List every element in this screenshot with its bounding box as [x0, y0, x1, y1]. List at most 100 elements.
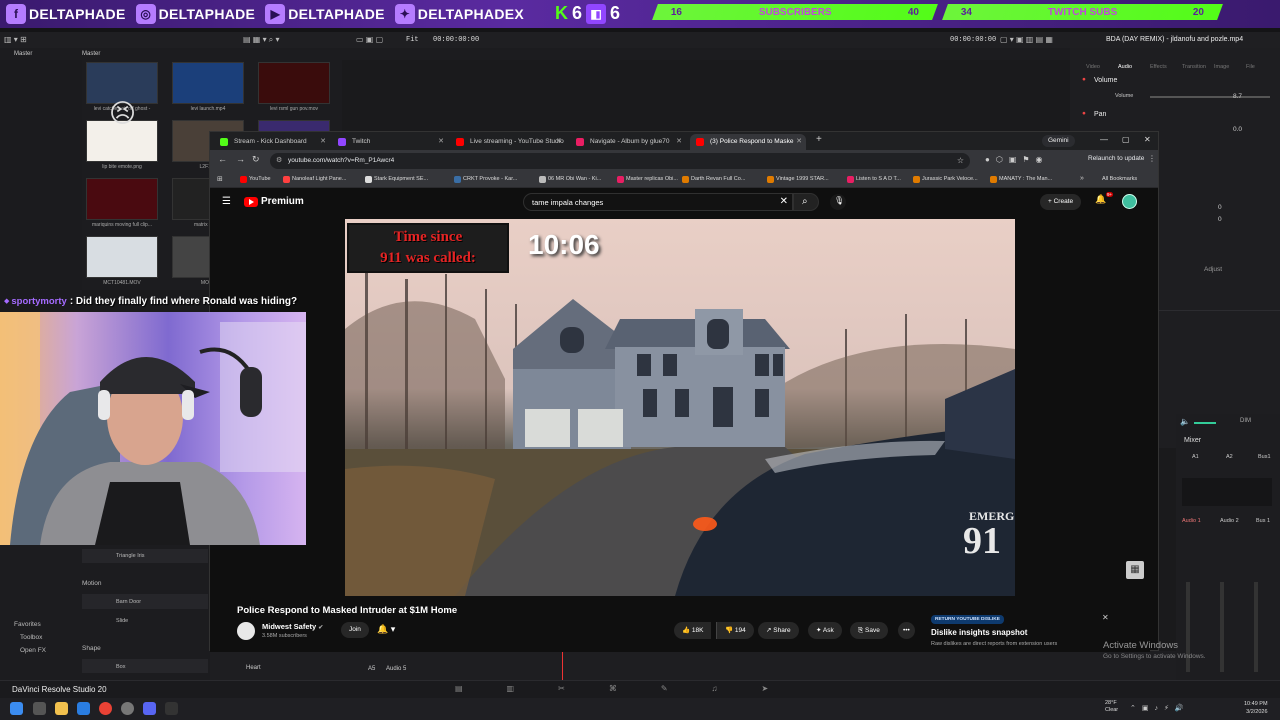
bookmark-item[interactable]: Vintage 1999 STAR...	[767, 176, 829, 183]
media-thumbnail[interactable]	[86, 178, 158, 220]
youtube-logo[interactable]: Premium	[244, 196, 304, 207]
media-thumbnail[interactable]	[86, 236, 158, 278]
url-text[interactable]: youtube.com/watch?v=Rm_P1Awcr4	[288, 157, 394, 164]
hamburger-menu-icon[interactable]: ☰	[222, 196, 231, 207]
bookmark-item[interactable]: Darth Revan Full Co...	[682, 176, 745, 183]
all-bookmarks[interactable]: All Bookmarks	[1102, 176, 1137, 182]
notifications-bell-icon[interactable]: 🔔	[1095, 194, 1106, 205]
back-icon[interactable]: ←	[218, 154, 227, 164]
volume-slider[interactable]	[1150, 96, 1270, 98]
save-button[interactable]: ⎘ Save	[850, 622, 888, 639]
omnibox[interactable]: ⚙ youtube.com/watch?v=Rm_P1Awcr4 ☆	[270, 153, 970, 169]
bookmark-item[interactable]: Master replicas Obi...	[617, 176, 678, 183]
slide-label[interactable]: Slide	[116, 618, 128, 624]
davinci-icon[interactable]	[165, 702, 178, 715]
start-icon[interactable]	[10, 702, 23, 715]
obs-icon[interactable]	[121, 702, 134, 715]
close-tab-icon[interactable]: ✕	[438, 134, 444, 150]
share-button[interactable]: ↗ Share	[758, 622, 799, 639]
discord-icon[interactable]	[143, 702, 156, 715]
extension-float-icon[interactable]: ▦	[1126, 561, 1144, 579]
media-thumbnail[interactable]	[258, 62, 330, 104]
browser-tab[interactable]: Live streaming - YouTube Studio ✕	[450, 134, 566, 150]
site-info-icon[interactable]: ⚙	[276, 156, 282, 164]
gemini-button[interactable]: Gemini	[1042, 135, 1075, 147]
weather-widget[interactable]: 28°F Clear	[1105, 700, 1118, 714]
browser-tab[interactable]: Twitch ✕	[332, 134, 448, 150]
fader-2[interactable]	[1220, 582, 1224, 672]
browser-tab[interactable]: (3) Police Respond to Maske ✕	[690, 134, 806, 150]
bookmark-item[interactable]: Nanoleaf Light Pane...	[283, 176, 346, 183]
inspector-tab-effects[interactable]: Effects	[1150, 64, 1167, 70]
monitor-slider[interactable]	[1194, 422, 1216, 424]
chrome-icon[interactable]	[99, 702, 112, 715]
view-options-icon[interactable]: ▤ ▦ ▾ ⌕ ▾	[243, 35, 280, 45]
bookmark-item[interactable]: MANATY : The Man...	[990, 176, 1052, 183]
create-button[interactable]: + Create	[1040, 194, 1082, 210]
triangle-iris-item[interactable]	[82, 549, 208, 563]
relaunch-button[interactable]: Relaunch to update	[1088, 155, 1144, 162]
reload-icon[interactable]: ↻	[252, 154, 260, 165]
close-tab-icon[interactable]: ✕	[796, 134, 802, 150]
inspector-tab-image[interactable]: Image	[1214, 64, 1229, 70]
ask-button[interactable]: ✦ Ask	[808, 622, 842, 639]
channel-avatar[interactable]	[237, 622, 255, 640]
forward-icon[interactable]: →	[236, 154, 245, 164]
extension-icons[interactable]: ●⬡▣⚑◉	[985, 155, 1049, 164]
search-query[interactable]: tame impala changes	[532, 198, 603, 207]
new-tab-button[interactable]: +	[816, 134, 822, 145]
menu-kebab-icon[interactable]: ⋮	[1148, 154, 1156, 163]
search-input[interactable]: tame impala changes ✕	[523, 193, 793, 211]
inspector-tab-file[interactable]: File	[1246, 64, 1255, 70]
bookmark-item[interactable]: 06 MR Obi Wan - Ki...	[539, 176, 601, 183]
panel-toggle-icon[interactable]: ▥ ▾ ⊞	[4, 35, 27, 44]
system-tray-icons[interactable]: ⌃▣♪⚡🔊	[1130, 704, 1190, 712]
param-value-b[interactable]: 0	[1218, 216, 1222, 223]
dislike-button[interactable]: 👎 194	[716, 622, 754, 639]
favorites-item[interactable]: Favorites	[14, 621, 41, 628]
subscribed-bell-icon[interactable]: 🔔 ▾	[377, 624, 395, 635]
page-nav-icons[interactable]: ▤▥✂⌘✎♫➤	[455, 684, 812, 693]
media-thumbnail[interactable]	[172, 62, 244, 104]
inspector-tab-video[interactable]: Video	[1086, 64, 1100, 70]
account-avatar[interactable]	[1122, 194, 1137, 209]
speaker-icon[interactable]: 🔈	[1180, 417, 1190, 426]
bookmarks-overflow-icon[interactable]: »	[1080, 175, 1084, 182]
video-player[interactable]: Time since 911 was called: 10:06 EMERG 9…	[345, 219, 1015, 596]
dim-button[interactable]: DIM	[1240, 418, 1251, 424]
like-button[interactable]: 👍 18K	[674, 622, 712, 639]
fader-3[interactable]	[1254, 582, 1258, 672]
bookmark-item[interactable]: Stark Equipment SE...	[365, 176, 428, 183]
maximize-button[interactable]: ▢	[1122, 135, 1130, 144]
inspector-tab-transition[interactable]: Transition	[1182, 64, 1206, 70]
file-explorer-icon[interactable]	[55, 702, 68, 715]
viewer-mode-icons[interactable]: ▢ ▾ ▣ ▥ ▤ ▦	[1000, 35, 1053, 44]
clock[interactable]: 10:49 PM 3/2/2026	[1244, 700, 1268, 716]
pan-value[interactable]: 0.0	[1218, 126, 1242, 133]
browser-tab[interactable]: Navigate - Album by glue70 ✕	[570, 134, 686, 150]
search-button[interactable]: ⌕	[793, 193, 819, 211]
voice-search-button[interactable]: 🎙	[830, 194, 846, 210]
bookmark-item[interactable]: Listen to S A D T...	[847, 176, 901, 183]
param-value-a[interactable]: 0	[1218, 204, 1222, 211]
bookmark-item[interactable]: CRKT Provoke - Kar...	[454, 176, 517, 183]
task-view-icon[interactable]	[33, 702, 46, 715]
join-button[interactable]: Join	[341, 622, 369, 638]
barn-door-item[interactable]	[82, 594, 208, 609]
master-bin-label[interactable]: Master	[14, 51, 32, 57]
box-item[interactable]	[82, 659, 208, 673]
apps-grid-icon[interactable]: ⊞	[217, 175, 223, 183]
vscode-icon[interactable]	[77, 702, 90, 715]
close-tab-icon[interactable]: ✕	[320, 134, 326, 150]
volume-value[interactable]: 8.7	[1218, 93, 1242, 100]
bookmark-item[interactable]: YouTube	[240, 176, 271, 183]
browser-tab[interactable]: Stream - Kick Dashboard ✕	[214, 134, 330, 150]
fit-label[interactable]: Fit	[406, 36, 419, 44]
dismiss-card-icon[interactable]: ✕	[1102, 613, 1109, 622]
inspector-tab-audio[interactable]: Audio	[1118, 64, 1132, 70]
toolbox-item[interactable]: Toolbox	[20, 634, 42, 641]
more-actions-button[interactable]: •••	[898, 622, 915, 639]
openfx-item[interactable]: Open FX	[20, 647, 46, 654]
viewer-icons[interactable]: ▭ ▣ ▢	[356, 35, 383, 44]
bookmark-item[interactable]: Jurassic Park Veloce...	[913, 176, 978, 183]
